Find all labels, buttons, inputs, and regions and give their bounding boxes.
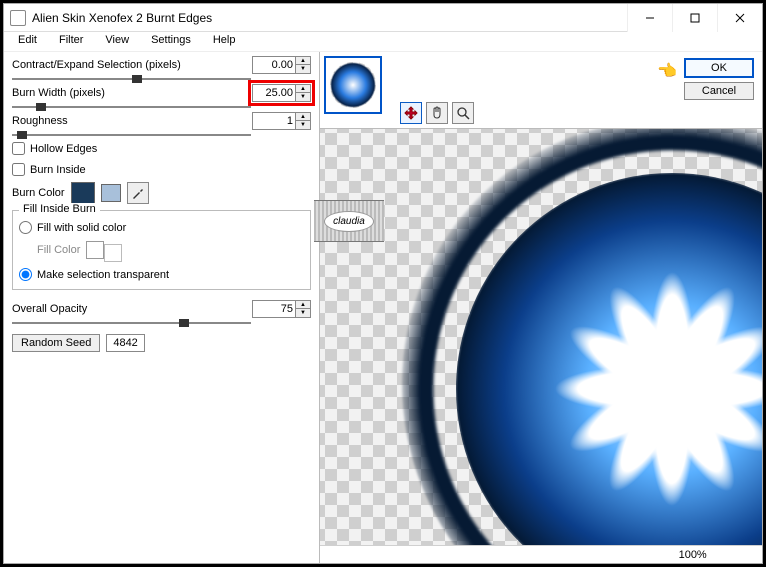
fill-group-title: Fill Inside Burn	[19, 203, 100, 215]
menu-help[interactable]: Help	[203, 32, 246, 51]
roughness-spinbox[interactable]: ▲▼	[252, 112, 311, 130]
menubar: Edit Filter View Settings Help	[4, 32, 762, 52]
menu-view[interactable]: View	[95, 32, 139, 51]
burn-color-row: Burn Color	[12, 182, 311, 204]
spin-down-icon[interactable]: ▼	[296, 309, 310, 317]
fill-color-row: Fill Color	[37, 238, 304, 262]
contract-spinbox[interactable]: ▲▼	[252, 56, 311, 74]
app-icon	[10, 10, 26, 26]
roughness-input[interactable]	[253, 113, 295, 129]
param-burnwidth: Burn Width (pixels) ▲▼	[12, 84, 311, 108]
burn-inside-checkbox[interactable]: Burn Inside	[12, 163, 311, 176]
eyedropper-button[interactable]	[127, 182, 149, 204]
fill-transparent-label: Make selection transparent	[37, 269, 169, 281]
hollow-edges-checkbox[interactable]: Hollow Edges	[12, 142, 311, 155]
preset-strip: 👉 OK Cancel	[320, 52, 762, 128]
preset-thumbnail[interactable]	[324, 56, 382, 114]
hand-tool-button[interactable]	[426, 102, 448, 124]
spin-down-icon[interactable]: ▼	[296, 93, 310, 101]
spin-up-icon[interactable]: ▲	[296, 113, 310, 121]
pointing-hand-icon: 👉	[658, 61, 678, 81]
param-roughness: Roughness ▲▼	[12, 112, 311, 136]
roughness-label: Roughness	[12, 115, 68, 127]
preview-canvas[interactable]	[320, 128, 762, 545]
close-button[interactable]	[717, 4, 762, 32]
titlebar: Alien Skin Xenofex 2 Burnt Edges	[4, 4, 762, 32]
status-bar: 100%	[320, 545, 762, 563]
burn-color-swatch-secondary[interactable]	[101, 184, 121, 202]
burnwidth-input[interactable]	[253, 85, 295, 101]
menu-edit[interactable]: Edit	[8, 32, 47, 51]
preset-thumb-image	[330, 62, 376, 108]
fill-transparent-radio[interactable]: Make selection transparent	[19, 268, 304, 281]
hollow-edges-label: Hollow Edges	[30, 143, 97, 155]
opacity-label: Overall Opacity	[12, 303, 87, 315]
burnwidth-slider[interactable]	[12, 106, 251, 108]
roughness-slider[interactable]	[12, 134, 251, 136]
fill-color-label: Fill Color	[37, 244, 80, 256]
fill-color-swatch[interactable]	[86, 241, 104, 259]
opacity-input[interactable]	[253, 301, 295, 317]
contract-input[interactable]	[253, 57, 295, 73]
fill-solid-label: Fill with solid color	[37, 222, 126, 234]
minimize-button[interactable]	[627, 4, 672, 32]
random-seed-value[interactable]: 4842	[106, 334, 144, 352]
spin-down-icon[interactable]: ▼	[296, 121, 310, 129]
opacity-spinbox[interactable]: ▲▼	[252, 300, 311, 318]
watermark: claudia	[314, 200, 384, 242]
move-tool-button[interactable]	[400, 102, 422, 124]
fill-solid-radio[interactable]: Fill with solid color	[19, 221, 304, 234]
cancel-button[interactable]: Cancel	[684, 82, 754, 100]
preview-panel: 👉 OK Cancel 100%	[320, 52, 762, 563]
ok-button[interactable]: 👉 OK	[684, 58, 754, 78]
settings-panel: Contract/Expand Selection (pixels) ▲▼ Bu…	[4, 52, 320, 563]
spin-up-icon[interactable]: ▲	[296, 85, 310, 93]
burn-inside-label: Burn Inside	[30, 164, 86, 176]
spin-down-icon[interactable]: ▼	[296, 65, 310, 73]
menu-settings[interactable]: Settings	[141, 32, 201, 51]
random-seed-button[interactable]: Random Seed	[12, 334, 100, 352]
zoom-tool-button[interactable]	[452, 102, 474, 124]
spin-up-icon[interactable]: ▲	[296, 57, 310, 65]
preview-image	[402, 128, 762, 545]
param-contract: Contract/Expand Selection (pixels) ▲▼	[12, 56, 311, 80]
burnwidth-label: Burn Width (pixels)	[12, 87, 105, 99]
contract-slider[interactable]	[12, 78, 251, 80]
burnwidth-spinbox[interactable]: ▲▼	[252, 84, 311, 102]
burn-color-swatch[interactable]	[71, 182, 95, 204]
menu-filter[interactable]: Filter	[49, 32, 93, 51]
fill-inside-group: Fill Inside Burn Fill with solid color F…	[12, 210, 311, 290]
opacity-slider[interactable]	[12, 322, 251, 324]
zoom-readout: 100%	[679, 549, 722, 561]
param-opacity: Overall Opacity ▲▼	[12, 300, 311, 324]
spin-up-icon[interactable]: ▲	[296, 301, 310, 309]
maximize-button[interactable]	[672, 4, 717, 32]
burn-color-label: Burn Color	[12, 187, 65, 199]
contract-label: Contract/Expand Selection (pixels)	[12, 59, 181, 71]
fill-color-swatch-secondary[interactable]	[104, 244, 122, 262]
window-title: Alien Skin Xenofex 2 Burnt Edges	[32, 11, 627, 25]
